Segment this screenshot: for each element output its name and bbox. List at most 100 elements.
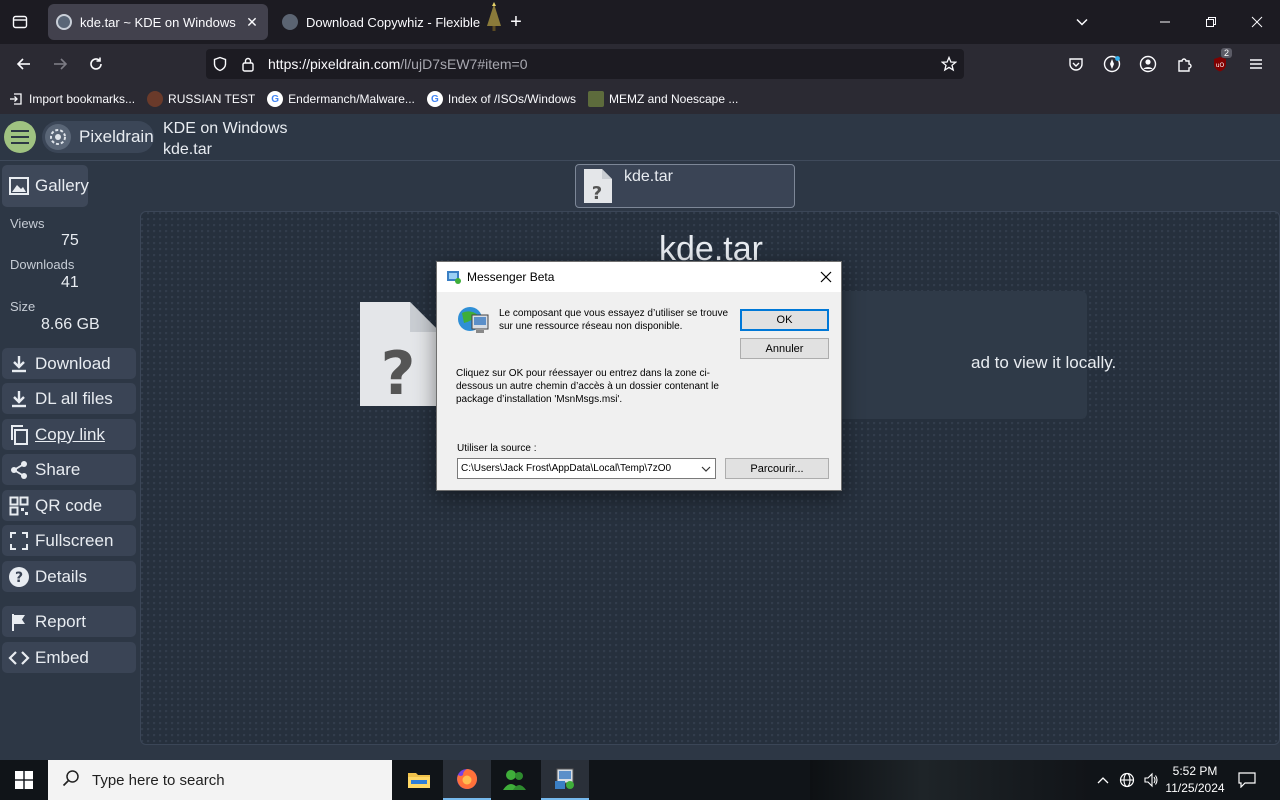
download-icon	[8, 353, 30, 375]
taskbar-search-box[interactable]: Type here to search	[48, 760, 392, 800]
pixeldrain-logo-button[interactable]: Pixeldrain	[42, 121, 154, 153]
bookmark-endermanch[interactable]: G Endermanch/Malware...	[267, 91, 415, 107]
fullscreen-button[interactable]: Fullscreen	[2, 525, 136, 556]
pixeldrain-favicon-icon	[56, 14, 72, 30]
firefox-view-icon[interactable]	[8, 10, 32, 34]
bookmark-import[interactable]: Import bookmarks...	[8, 91, 135, 107]
url-bar[interactable]: https://pixeldrain.com/l/ujD7sEW7#item=0	[206, 49, 964, 79]
bookmark-isos[interactable]: G Index of /ISOs/Windows	[426, 91, 576, 107]
extension-badge: 2	[1221, 48, 1233, 58]
taskbar-clock[interactable]: 5:52 PM 11/25/2024	[1160, 763, 1230, 797]
restore-icon[interactable]	[1188, 0, 1234, 44]
dialog-message-secondary: Cliquez sur OK pour réessayer ou entrez …	[456, 368, 719, 405]
file-explorer-icon[interactable]	[395, 760, 443, 800]
bookmark-label: Endermanch/Malware...	[288, 92, 415, 106]
lock-icon[interactable]	[234, 49, 262, 79]
globe-icon	[147, 91, 164, 107]
extensions-puzzle-icon[interactable]	[1169, 50, 1199, 78]
volume-icon[interactable]	[1140, 760, 1162, 800]
messenger-app-icon	[447, 271, 461, 284]
bookmark-memz[interactable]: MEMZ and Noescape ...	[587, 91, 739, 107]
minimize-icon[interactable]	[1142, 0, 1188, 44]
ok-button[interactable]: OK	[740, 309, 829, 331]
details-button[interactable]: ? Details	[2, 561, 136, 592]
dialog-titlebar[interactable]: Messenger Beta	[437, 262, 841, 292]
file-tab-name: kde.tar	[624, 168, 673, 185]
chevron-down-icon[interactable]	[697, 459, 715, 478]
back-arrow-icon[interactable]	[9, 50, 39, 78]
share-icon	[8, 459, 30, 481]
source-path-combobox[interactable]: C:\Users\Jack Frost\AppData\Local\Temp\7…	[457, 458, 716, 479]
chevron-down-icon[interactable]	[1070, 10, 1094, 34]
fullscreen-icon	[8, 530, 30, 552]
download-button[interactable]: Download	[2, 348, 136, 379]
dialog-title: Messenger Beta	[467, 270, 555, 284]
windows-start-icon[interactable]	[0, 760, 48, 800]
share-label: Share	[35, 459, 81, 479]
firefox-taskbar-icon[interactable]	[443, 760, 491, 800]
network-globe-icon[interactable]	[1116, 760, 1138, 800]
url-text[interactable]: https://pixeldrain.com/l/ujD7sEW7#item=0	[268, 56, 934, 72]
unknown-file-icon: ?	[360, 302, 440, 409]
tab-pixeldrain[interactable]: kde.tar ~ KDE on Windows ~ pi ✕	[48, 4, 268, 40]
source-label: Utiliser la source :	[457, 443, 537, 454]
bookmark-star-icon[interactable]	[934, 49, 964, 79]
ublock-origin-icon[interactable]: uO 2	[1205, 48, 1235, 78]
flag-icon	[8, 611, 30, 633]
svg-text:?: ?	[15, 570, 23, 586]
taskbar-background	[810, 760, 1090, 800]
close-window-icon[interactable]	[1234, 0, 1280, 44]
pocket-icon[interactable]	[1061, 50, 1091, 78]
installer-taskbar-icon[interactable]	[541, 760, 589, 800]
download-label: Download	[35, 353, 111, 373]
size-value: 8.66 GB	[41, 316, 100, 333]
embed-button[interactable]: Embed	[2, 642, 136, 673]
bookmark-label: MEMZ and Noescape ...	[608, 92, 739, 106]
tab-copywhiz[interactable]: Download Copywhiz - Flexible	[274, 4, 494, 40]
size-label: Size	[10, 299, 36, 314]
download-icon	[8, 388, 30, 410]
globe-favicon-icon	[282, 14, 298, 30]
vpn-compass-icon[interactable]	[1097, 50, 1127, 78]
sidebar: Gallery Views 75 Downloads 41 Size 8.66 …	[0, 161, 140, 760]
views-value: 75	[61, 232, 79, 249]
tab-close-icon[interactable]: ✕	[244, 14, 260, 31]
messenger-dialog: Messenger Beta Le composant que vous ess…	[436, 261, 842, 491]
search-icon	[62, 769, 80, 792]
image-icon	[587, 91, 604, 107]
shield-icon[interactable]	[206, 49, 234, 79]
file-list-item[interactable]: ? kde.tar	[575, 164, 795, 208]
qr-icon	[8, 495, 30, 517]
tab-title: kde.tar ~ KDE on Windows ~ pi	[80, 14, 240, 30]
cancel-button[interactable]: Annuler	[740, 338, 829, 359]
browse-button[interactable]: Parcourir...	[725, 458, 829, 479]
bookmark-label: Index of /ISOs/Windows	[447, 92, 576, 106]
report-label: Report	[35, 611, 87, 631]
share-button[interactable]: Share	[2, 454, 136, 485]
forward-arrow-icon[interactable]	[45, 50, 75, 78]
browser-tab-bar: kde.tar ~ KDE on Windows ~ pi ✕ Download…	[0, 0, 1280, 44]
new-tab-button[interactable]: +	[504, 10, 528, 34]
messenger-taskbar-icon[interactable]	[491, 760, 539, 800]
gallery-button[interactable]: Gallery	[2, 165, 89, 207]
chevron-up-icon[interactable]	[1094, 760, 1112, 800]
viewer-message: ad to view it locally.	[971, 353, 1117, 372]
list-title: KDE on Windows	[163, 120, 288, 137]
account-icon[interactable]	[1133, 50, 1163, 78]
christmas-tree-icon	[487, 2, 501, 31]
copy-icon	[8, 424, 30, 446]
clock-date: 11/25/2024	[1165, 781, 1225, 795]
hamburger-menu-button[interactable]	[4, 121, 36, 153]
qr-code-button[interactable]: QR code	[2, 490, 136, 521]
copy-link-button[interactable]: Copy link	[2, 419, 136, 450]
views-label: Views	[10, 216, 45, 231]
dialog-close-icon[interactable]	[811, 262, 841, 292]
app-menu-icon[interactable]	[1241, 50, 1271, 78]
reload-icon[interactable]	[81, 50, 111, 78]
source-path-value: C:\Users\Jack Frost\AppData\Local\Temp\7…	[461, 463, 672, 474]
dl-all-files-button[interactable]: DL all files	[2, 383, 136, 414]
bookmark-russian-test[interactable]: RUSSIAN TEST	[147, 91, 255, 107]
report-button[interactable]: Report	[2, 606, 136, 637]
pixeldrain-logo-icon	[45, 124, 71, 150]
notification-icon[interactable]	[1232, 760, 1262, 800]
